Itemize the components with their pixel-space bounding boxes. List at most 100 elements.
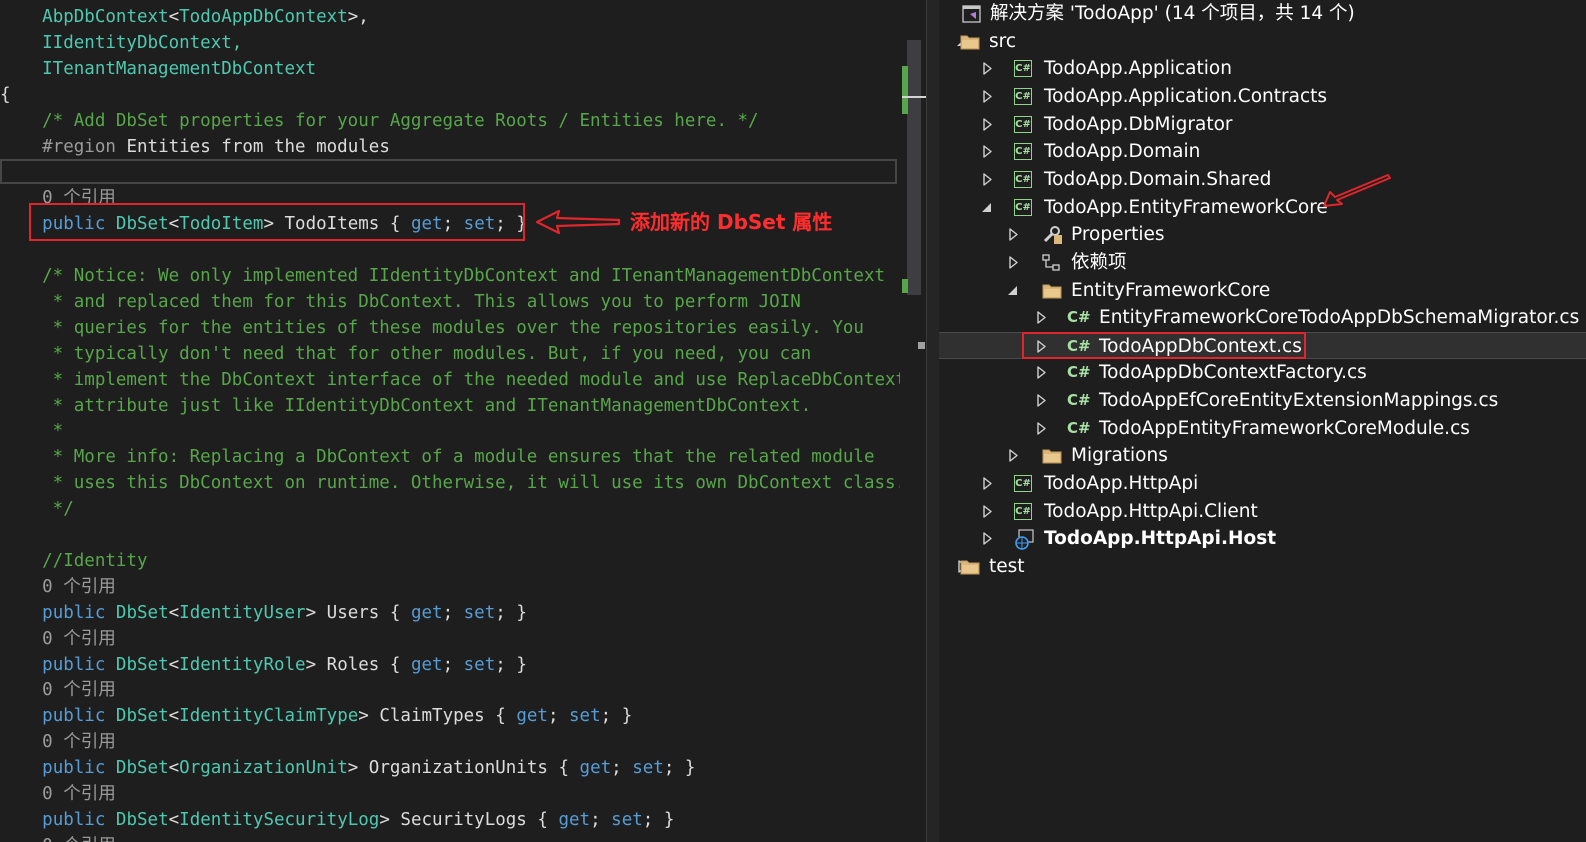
code-token: * [0,421,64,441]
tree-item[interactable]: C# TodoApp.HttpApi.Client [939,498,1586,525]
tree-item[interactable]: src [939,28,1586,55]
folder-icon [1041,445,1063,467]
tree-item[interactable]: C# TodoApp.DbMigrator [939,111,1586,138]
tree-item[interactable]: EntityFrameworkCore [939,277,1586,304]
code-line[interactable]: #region Entities from the modules [0,134,390,160]
tree-item[interactable]: 解决方案 'TodoApp' (14 个项目，共 14 个) [939,0,1586,27]
tree-item[interactable]: Properties [939,221,1586,248]
collapse-arrow-icon[interactable] [980,525,994,552]
code-line[interactable]: 0 个引用 [0,677,116,703]
tree-item[interactable]: C# TodoAppEntityFrameworkCoreModule.cs [939,415,1586,442]
code-line[interactable]: public DbSet<OrganizationUnit> Organizat… [0,755,695,781]
tree-item[interactable]: C# TodoApp.Application.Contracts [939,83,1586,110]
code-line[interactable]: * implement the DbContext interface of t… [0,367,900,393]
reference-count[interactable]: 0 个引用 [0,784,116,804]
code-line[interactable]: public DbSet<IdentitySecurityLog> Securi… [0,807,674,833]
collapse-arrow-icon[interactable] [980,498,994,525]
tree-item[interactable]: C# TodoApp.Domain.Shared [939,166,1586,193]
scroll-splitter-handle[interactable] [918,342,925,349]
code-line[interactable]: { [0,82,11,108]
tree-item[interactable]: C# TodoApp.EntityFrameworkCore [939,194,1586,221]
tree-item[interactable]: C# TodoAppDbContextFactory.cs [939,359,1586,386]
reference-count[interactable]: 0 个引用 [0,629,116,649]
code-line[interactable]: * More info: Replacing a DbContext of a … [0,444,875,470]
code-token: ; } [495,655,527,675]
solution-explorer[interactable]: 解决方案 'TodoApp' (14 个项目，共 14 个) src C# TodoA… [939,0,1586,842]
code-line[interactable]: * queries for the entities of these modu… [0,315,864,341]
code-line[interactable]: * and replaced them for this DbContext. … [0,289,801,315]
collapse-arrow-icon[interactable] [1006,249,1020,276]
reference-count[interactable]: 0 个引用 [0,836,116,842]
collapse-arrow-icon[interactable] [1034,359,1048,386]
code-line[interactable]: * [0,418,64,444]
collapse-arrow-icon[interactable] [980,83,994,110]
collapse-arrow-icon[interactable] [980,470,994,497]
collapse-arrow-icon[interactable] [980,111,994,138]
reference-count[interactable]: 0 个引用 [0,577,116,597]
tree-item[interactable]: TodoApp.HttpApi.Host [939,525,1586,552]
code-token: IdentityUser [179,603,306,623]
code-token: get [579,758,612,778]
code-token: */ [0,499,74,519]
code-line[interactable]: public DbSet<IdentityClaimType> ClaimTyp… [0,703,632,729]
code-line[interactable]: * uses this DbContext on runtime. Otherw… [0,470,900,496]
code-token: public [42,758,106,778]
code-token: < [168,810,180,830]
code-token: /* Add DbSet properties for your Aggrega… [0,111,759,131]
code-token: DbSet [115,810,169,830]
expand-arrow-icon[interactable] [1006,277,1020,304]
code-line[interactable]: public DbSet<IdentityUser> Users { get ; … [0,600,527,626]
tree-item[interactable]: C# EntityFrameworkCoreTodoAppDbSchemaMigr… [939,304,1586,331]
csproj-icon: C# [1014,197,1036,219]
code-line[interactable]: /* Notice: We only implemented IIdentity… [0,263,885,289]
tree-item[interactable]: C# TodoApp.Application [939,55,1586,82]
code-line[interactable]: AbpDbContext<TodoAppDbContext>, [0,4,369,30]
code-line[interactable]: IIdentityDbContext, [0,30,242,56]
collapse-arrow-icon[interactable] [980,138,994,165]
code-line[interactable]: 0 个引用 [0,833,116,842]
tree-item[interactable]: C# TodoApp.Domain [939,138,1586,165]
code-line[interactable]: public DbSet<IdentityRole> Roles { get ; … [0,652,527,678]
collapse-arrow-icon[interactable] [1006,442,1020,469]
properties-icon [1041,224,1063,246]
code-line[interactable]: * typically don't need that for other mo… [0,341,812,367]
code-token: * queries for the entities of these modu… [0,318,864,338]
collapse-arrow-icon[interactable] [1034,415,1048,442]
csproj-icon: C# [1014,169,1036,191]
code-token: > Roles { [305,655,411,675]
tree-item-label: TodoApp.HttpApi.Client [1044,501,1258,522]
code-token: > SecurityLogs { [379,810,559,830]
code-line[interactable]: /* Add DbSet properties for your Aggrega… [0,108,759,134]
collapse-arrow-icon[interactable] [1034,304,1048,331]
code-line[interactable]: 0 个引用 [0,626,116,652]
tree-item[interactable]: Migrations [939,442,1586,469]
tree-item[interactable]: test [939,553,1586,580]
scrollbar-thumb[interactable] [907,40,921,295]
collapse-arrow-icon[interactable] [980,55,994,82]
reference-count[interactable]: 0 个引用 [0,680,116,700]
tree-item-label: TodoAppEntityFrameworkCoreModule.cs [1099,418,1470,439]
code-line[interactable]: 0 个引用 [0,729,116,755]
code-line[interactable]: 0 个引用 [0,574,116,600]
pane-splitter[interactable] [926,0,940,842]
code-line[interactable]: //Identity [0,548,147,574]
collapse-arrow-icon[interactable] [1006,221,1020,248]
code-token: ; [547,706,570,726]
code-token: < [168,706,180,726]
tree-item[interactable]: C# TodoAppEfCoreEntityExtensionMappings.c… [939,387,1586,414]
csproj-icon: C# [1014,501,1036,523]
code-editor[interactable]: AbpDbContext<TodoAppDbContext>, IIdentit… [0,0,900,842]
code-line[interactable]: 0 个引用 [0,781,116,807]
code-line[interactable]: */ [0,496,74,522]
editor-vertical-scrollbar[interactable] [902,0,928,842]
code-line[interactable]: ITenantManagementDbContext [0,56,316,82]
reference-count[interactable]: 0 个引用 [0,732,116,752]
collapse-arrow-icon[interactable] [1034,387,1048,414]
tree-item[interactable]: 依赖项 [939,249,1586,276]
expand-arrow-icon[interactable] [980,194,994,221]
tree-item[interactable]: C# TodoApp.HttpApi [939,470,1586,497]
code-line[interactable]: * attribute just like IIdentityDbContext… [0,393,812,419]
collapse-arrow-icon[interactable] [980,166,994,193]
